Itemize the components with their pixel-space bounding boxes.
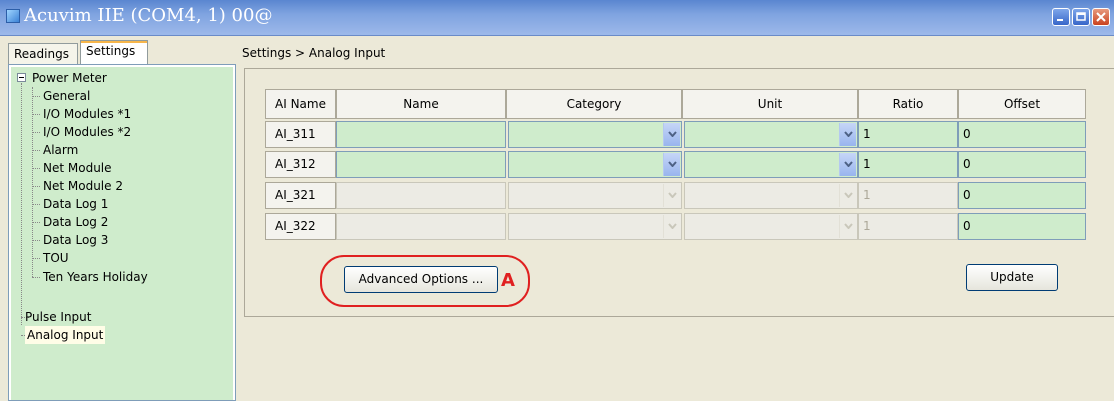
tree-node-power-meter[interactable]: Power Meter xyxy=(32,69,107,87)
row-ai-name: AI_322 xyxy=(265,213,336,240)
header-unit: Unit xyxy=(682,89,858,119)
annotation-marker: A xyxy=(501,270,515,291)
window-title: Acuvim IIE (COM4, 1) 00@ xyxy=(24,5,273,26)
tree-node-alarm[interactable]: Alarm xyxy=(43,141,78,159)
chevron-down-icon xyxy=(839,215,856,238)
title-bar: Acuvim IIE (COM4, 1) 00@ xyxy=(0,0,1114,36)
collapse-icon[interactable] xyxy=(17,73,26,82)
tree-guide-line xyxy=(32,87,33,277)
tree-branch xyxy=(32,222,40,223)
row-ai-name: AI_312 xyxy=(265,151,336,178)
chevron-down-icon xyxy=(663,215,680,238)
tree-branch xyxy=(32,132,40,133)
category-select[interactable] xyxy=(508,151,682,178)
tree-node-data-log-2[interactable]: Data Log 2 xyxy=(43,213,108,231)
tree-node-ten-years-holiday[interactable]: Ten Years Holiday xyxy=(43,268,148,286)
offset-field[interactable]: 0 xyxy=(958,121,1086,148)
tree-node-analog-input[interactable]: Analog Input xyxy=(25,326,106,344)
tree-node-io-modules-2[interactable]: I/O Modules *2 xyxy=(43,123,131,141)
tree-node-data-log-1[interactable]: Data Log 1 xyxy=(43,195,108,213)
header-ratio: Ratio xyxy=(858,89,958,119)
update-button[interactable]: Update xyxy=(966,264,1058,291)
category-select[interactable] xyxy=(508,121,682,148)
name-field[interactable] xyxy=(336,121,506,148)
ratio-field: 1 xyxy=(858,213,958,240)
header-offset: Offset xyxy=(958,89,1086,119)
tree-branch xyxy=(32,114,40,115)
highlight-ring xyxy=(320,255,530,307)
tab-settings[interactable]: Settings xyxy=(80,40,148,65)
ratio-field[interactable]: 1 xyxy=(858,121,958,148)
tree-node-general[interactable]: General xyxy=(43,87,90,105)
header-ai-name: AI Name xyxy=(265,89,336,119)
ratio-field: 1 xyxy=(858,182,958,209)
unit-select[interactable] xyxy=(684,121,858,148)
lower-pane xyxy=(244,316,1114,401)
offset-field[interactable]: 0 xyxy=(958,151,1086,178)
name-field[interactable] xyxy=(336,151,506,178)
tree-branch xyxy=(32,240,40,241)
category-select xyxy=(508,182,682,209)
tree-branch xyxy=(32,150,40,151)
tree-branch xyxy=(32,258,40,259)
close-button[interactable] xyxy=(1092,8,1110,26)
tree-node-io-modules-1[interactable]: I/O Modules *1 xyxy=(43,105,131,123)
header-category: Category xyxy=(506,89,682,119)
minimize-button[interactable] xyxy=(1052,8,1070,26)
row-ai-name: AI_321 xyxy=(265,182,336,209)
row-ai-name: AI_311 xyxy=(265,121,336,148)
tree-node-net-module-2[interactable]: Net Module 2 xyxy=(43,177,123,195)
chevron-down-icon[interactable] xyxy=(839,153,856,176)
tree-branch xyxy=(32,96,40,97)
tree-node-pulse-input[interactable]: Pulse Input xyxy=(25,308,92,326)
tree-node-net-module[interactable]: Net Module xyxy=(43,159,112,177)
tree-branch xyxy=(32,186,40,187)
header-name: Name xyxy=(336,89,506,119)
chevron-down-icon[interactable] xyxy=(663,123,680,146)
app-icon xyxy=(6,9,20,23)
settings-tree: Power Meter General I/O Modules *1 I/O M… xyxy=(11,67,233,400)
tab-readings[interactable]: Readings xyxy=(8,43,78,65)
tree-branch xyxy=(32,277,40,278)
name-field xyxy=(336,213,506,240)
unit-select xyxy=(684,213,858,240)
name-field xyxy=(336,182,506,209)
chevron-down-icon[interactable] xyxy=(839,123,856,146)
ratio-field[interactable]: 1 xyxy=(858,151,958,178)
settings-tree-panel: Power Meter General I/O Modules *1 I/O M… xyxy=(8,64,236,401)
breadcrumb: Settings > Analog Input xyxy=(242,46,386,60)
offset-field[interactable]: 0 xyxy=(958,213,1086,240)
tree-node-tou[interactable]: TOU xyxy=(43,249,69,267)
tree-guide-line xyxy=(21,83,22,325)
chevron-down-icon xyxy=(663,184,680,207)
chevron-down-icon[interactable] xyxy=(663,153,680,176)
category-select xyxy=(508,213,682,240)
maximize-button[interactable] xyxy=(1072,8,1090,26)
unit-select xyxy=(684,182,858,209)
tree-node-data-log-3[interactable]: Data Log 3 xyxy=(43,231,108,249)
tree-branch xyxy=(32,168,40,169)
tree-branch xyxy=(32,204,40,205)
unit-select[interactable] xyxy=(684,151,858,178)
offset-field[interactable]: 0 xyxy=(958,182,1086,209)
chevron-down-icon xyxy=(839,184,856,207)
